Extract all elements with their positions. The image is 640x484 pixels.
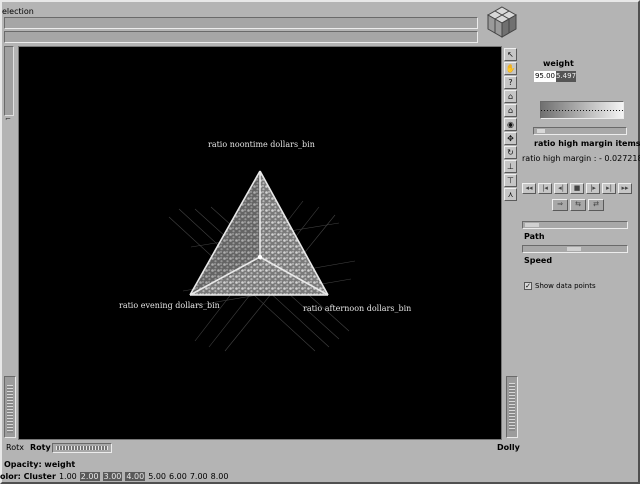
loop-button[interactable]: ⇆ [570,199,586,211]
selection-field-2[interactable] [4,31,478,43]
left-strip-mark: ⌐ [5,115,11,123]
path-label: Path [524,232,545,241]
rotate-icon[interactable]: ↻ [504,146,517,159]
path-slider[interactable] [522,221,628,229]
ternary-pyramid-render [168,170,356,352]
color-value-3[interactable]: 3.00 [102,472,123,481]
rewind-button[interactable]: ◂◂ [522,183,536,194]
color-value-7[interactable]: 7.00 [190,472,208,481]
rotx-label: Rotx [6,443,24,452]
step-forward-button[interactable]: |▸ [586,183,600,194]
weight-gradient-bar[interactable] [540,101,624,119]
show-data-points-label: Show data points [535,282,596,290]
cube-logo-icon [486,6,518,38]
axis-label-top: ratio noontime dollars_bin [208,140,315,149]
arrow-pointer-icon[interactable]: ↖ [504,48,517,61]
play-once-button[interactable]: ⇒ [552,199,568,211]
dolly-label: Dolly [497,443,520,452]
move-icon[interactable]: ✥ [504,132,517,145]
margin-items-slider[interactable] [533,127,627,135]
left-scroll-strip[interactable] [4,46,14,116]
axis-label-right: ratio afternoon dollars_bin [303,304,412,313]
swing-button[interactable]: ⇄ [588,199,604,211]
color-prefix: olor: Cluster [0,472,56,481]
home-icon[interactable]: ⌂ [504,90,517,103]
stop-button[interactable]: ■ [570,183,584,194]
playback-mode-controls: ⇒ ⇆ ⇄ [552,199,606,211]
color-value-4[interactable]: 4.00 [125,472,146,481]
margin-items-label: ratio high margin items_bin_ [534,139,640,148]
hand-icon[interactable]: ✋ [504,62,517,75]
eye-icon[interactable]: ◉ [504,118,517,131]
axis-label-left: ratio evening dollars_bin [119,301,220,310]
animation-controls: ◂◂ |◂ ◂| ■ |▸ ▸| ▸▸ [522,183,634,194]
step-back-button[interactable]: ◂| [554,183,568,194]
3d-viewport[interactable]: ratio noontime dollars_bin ratio evening… [18,46,502,440]
rotx-thumbwheel[interactable] [4,376,16,438]
house-outline-icon[interactable]: ⌂ [504,104,517,117]
color-value-2[interactable]: 2.00 [79,472,100,481]
axis-up-icon[interactable]: ⊤ [504,174,517,187]
weight-max-field[interactable]: 5.497 [556,71,576,82]
color-value-5[interactable]: 5.00 [148,472,166,481]
opacity-label: Opacity: weight [4,460,76,469]
selection-field-1[interactable] [4,17,478,29]
pyramid-center-point [257,254,263,260]
axis-icon[interactable]: ⋏ [504,188,517,201]
roty-label: Roty [30,443,51,452]
weight-min-field[interactable]: 95.00 [534,71,556,82]
weight-label: weight [543,59,574,68]
speed-slider[interactable] [522,245,628,253]
roty-thumbwheel[interactable] [52,443,112,453]
color-value-1[interactable]: 1.00 [59,472,77,481]
axis-down-icon[interactable]: ⊥ [504,160,517,173]
color-value-6[interactable]: 6.00 [169,472,187,481]
view-toolbar: ↖ ✋ ? ⌂ ⌂ ◉ ✥ ↻ ⊥ ⊤ ⋏ [504,48,518,202]
dolly-thumbwheel[interactable] [506,376,518,438]
step-end-button[interactable]: ▸| [602,183,616,194]
show-data-points-checkbox[interactable]: ✓ [524,282,532,290]
selection-label: election [2,7,34,16]
color-cluster-row: olor: Cluster 1.00 2.00 3.00 4.00 5.00 6… [0,472,231,481]
step-start-button[interactable]: |◂ [538,183,552,194]
margin-readout: ratio high margin : - 0.0272181 [522,154,640,163]
color-value-8[interactable]: 8.00 [211,472,229,481]
fast-forward-button[interactable]: ▸▸ [618,183,632,194]
speed-label: Speed [524,256,553,265]
question-icon[interactable]: ? [504,76,517,89]
